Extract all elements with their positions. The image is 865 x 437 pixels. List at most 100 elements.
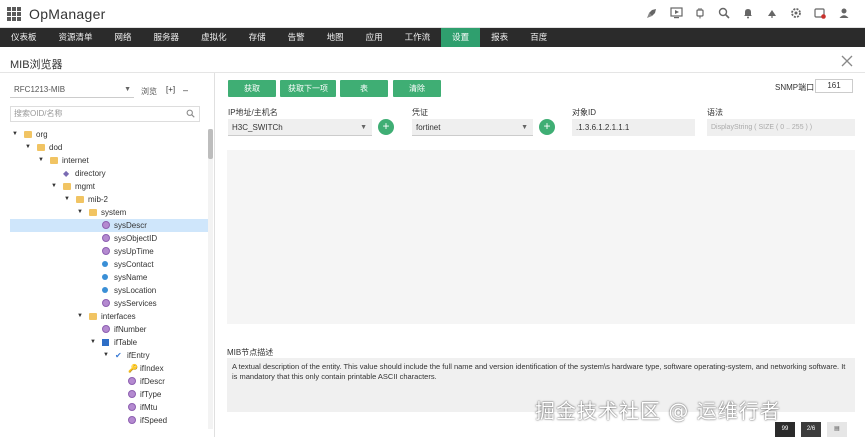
tree-node-syscontact[interactable]: sysContact xyxy=(10,258,208,271)
top-header: OpManager xyxy=(0,0,865,28)
tree-node-ifdescr[interactable]: ifDescr xyxy=(10,375,208,388)
credential-select[interactable]: fortinet ▼ xyxy=(412,119,533,136)
tree-node-mgmt[interactable]: ▼ mgmt xyxy=(10,180,208,193)
close-icon[interactable] xyxy=(841,54,853,70)
get-next-button[interactable]: 获取下一项 xyxy=(280,80,336,97)
nav-settings[interactable]: 设置 xyxy=(441,28,481,47)
mib-module-value: RFC1213-MIB xyxy=(14,85,66,94)
tree-scrollbar[interactable] xyxy=(208,129,213,429)
tree-node-ifspeed[interactable]: ifSpeed xyxy=(10,414,208,427)
caret-down-icon[interactable]: ▼ xyxy=(77,206,83,219)
nav-virtualization[interactable]: 虚拟化 xyxy=(190,28,238,47)
caret-down-icon[interactable]: ▼ xyxy=(38,154,44,167)
tree-node-iftype[interactable]: ifType xyxy=(10,388,208,401)
tree-node-label: ifDescr xyxy=(140,377,165,386)
chevron-down-icon: ▼ xyxy=(360,124,367,131)
table-icon xyxy=(102,339,109,346)
oid-input[interactable]: .1.3.6.1.2.1.1.1 xyxy=(572,119,695,136)
host-select[interactable]: H3C_SWITCh ▼ xyxy=(228,119,372,136)
credential-value: fortinet xyxy=(416,123,441,132)
caret-down-icon[interactable]: ▼ xyxy=(103,349,109,362)
user-icon[interactable] xyxy=(837,6,851,20)
tree-node-ifnumber[interactable]: ifNumber xyxy=(10,323,208,336)
tree-node-interfaces[interactable]: ▼ interfaces xyxy=(10,310,208,323)
caret-down-icon[interactable]: ▼ xyxy=(51,180,57,193)
key-icon: 🔑 xyxy=(128,364,138,373)
mib-module-select[interactable]: RFC1213-MIB ▼ xyxy=(10,82,134,98)
tree-node-sysservices[interactable]: sysServices xyxy=(10,297,208,310)
rocket-icon[interactable] xyxy=(645,6,659,20)
caret-down-icon[interactable]: ▼ xyxy=(64,193,70,206)
tree-node-directory[interactable]: ◆ directory xyxy=(10,167,208,180)
nav-maps[interactable]: 地图 xyxy=(316,28,355,47)
leaf-writable-icon xyxy=(102,287,108,293)
add-credential-button[interactable]: + xyxy=(539,119,555,135)
nav-inventory[interactable]: 资源清单 xyxy=(48,28,104,47)
nav-network[interactable]: 网络 xyxy=(104,28,143,47)
credential-label: 凭证 xyxy=(412,108,428,117)
leaf-node-icon xyxy=(102,247,110,255)
syntax-label: 语法 xyxy=(707,108,723,117)
browse-button[interactable]: 浏览 xyxy=(141,86,157,97)
collapse-all-button[interactable]: – xyxy=(183,85,188,95)
tree-node-label: system xyxy=(101,208,127,217)
mib-tree-panel: RFC1213-MIB ▼ 浏览 [+] – 搜索OID/名称 ▼ org ▼ dod… xyxy=(0,73,215,437)
folder-icon xyxy=(50,157,58,164)
clear-button[interactable]: 清除 xyxy=(393,80,441,97)
tree-node-label: mib-2 xyxy=(88,195,109,204)
description-label: MIB节点描述 xyxy=(227,348,274,357)
page-title: MIB浏览器 xyxy=(10,59,63,71)
table-button[interactable]: 表 xyxy=(340,80,388,97)
tree-node-sysname[interactable]: sysName xyxy=(10,271,208,284)
nav-workflow[interactable]: 工作流 xyxy=(394,28,442,47)
tree-node-sysobjectid[interactable]: sysObjectID xyxy=(10,232,208,245)
bell-icon[interactable] xyxy=(741,6,755,20)
nav-reports[interactable]: 报表 xyxy=(480,28,519,47)
leaf-writable-icon xyxy=(102,274,108,280)
alarm-icon[interactable] xyxy=(765,6,779,20)
tree-node-ifmtu[interactable]: ifMtu xyxy=(10,401,208,414)
caret-down-icon[interactable]: ▼ xyxy=(77,310,83,323)
tree-node-ifentry[interactable]: ▼ ✔ ifEntry xyxy=(10,349,208,362)
caret-down-icon[interactable]: ▼ xyxy=(12,128,18,141)
corner-widget-a[interactable]: 99 xyxy=(775,422,795,437)
nav-apps[interactable]: 应用 xyxy=(355,28,394,47)
caret-down-icon[interactable]: ▼ xyxy=(25,141,31,154)
tree-node-mib-2[interactable]: ▼ mib-2 xyxy=(10,193,208,206)
tree-node-sysuptime[interactable]: sysUpTime xyxy=(10,245,208,258)
scrollbar-thumb[interactable] xyxy=(208,129,213,159)
caret-down-icon[interactable]: ▼ xyxy=(90,336,96,349)
nav-storage[interactable]: 存储 xyxy=(238,28,277,47)
tree-node-internet[interactable]: ▼ internet xyxy=(10,154,208,167)
tree-node-label: interfaces xyxy=(101,312,136,321)
search-icon[interactable] xyxy=(717,6,731,20)
expand-all-button[interactable]: [+] xyxy=(166,85,175,94)
search-icon[interactable] xyxy=(186,108,195,122)
nav-dashboard[interactable]: 仪表板 xyxy=(0,28,48,47)
get-button[interactable]: 获取 xyxy=(228,80,276,97)
tree-node-org[interactable]: ▼ org xyxy=(10,128,208,141)
plug-icon[interactable] xyxy=(693,6,707,20)
nav-alarms[interactable]: 告警 xyxy=(277,28,316,47)
alert-badge-icon[interactable] xyxy=(813,6,827,20)
add-host-button[interactable]: + xyxy=(378,119,394,135)
nav-baidu[interactable]: 百度 xyxy=(519,28,558,47)
oid-search-input[interactable]: 搜索OID/名称 xyxy=(10,106,200,122)
oid-search-placeholder: 搜索OID/名称 xyxy=(14,109,63,118)
tree-node-sysdescr[interactable]: sysDescr xyxy=(10,219,208,232)
tree-node-system[interactable]: ▼ system xyxy=(10,206,208,219)
tree-node-iftable[interactable]: ▼ ifTable xyxy=(10,336,208,349)
folder-icon xyxy=(76,196,84,203)
keyboard-icon[interactable]: ▤ xyxy=(827,422,847,437)
snmp-port-input[interactable]: 161 xyxy=(815,79,853,93)
nav-servers[interactable]: 服务器 xyxy=(143,28,191,47)
tree-node-syslocation[interactable]: sysLocation xyxy=(10,284,208,297)
tree-node-ifindex[interactable]: 🔑 ifIndex xyxy=(10,362,208,375)
monitor-icon[interactable] xyxy=(669,6,683,20)
chevron-down-icon: ▼ xyxy=(521,124,528,131)
tree-node-label: sysObjectID xyxy=(114,234,158,243)
tree-node-label: org xyxy=(36,130,48,139)
tree-node-dod[interactable]: ▼ dod xyxy=(10,141,208,154)
corner-widget-b[interactable]: 2/6 xyxy=(801,422,821,437)
settings-icon[interactable] xyxy=(789,6,803,20)
